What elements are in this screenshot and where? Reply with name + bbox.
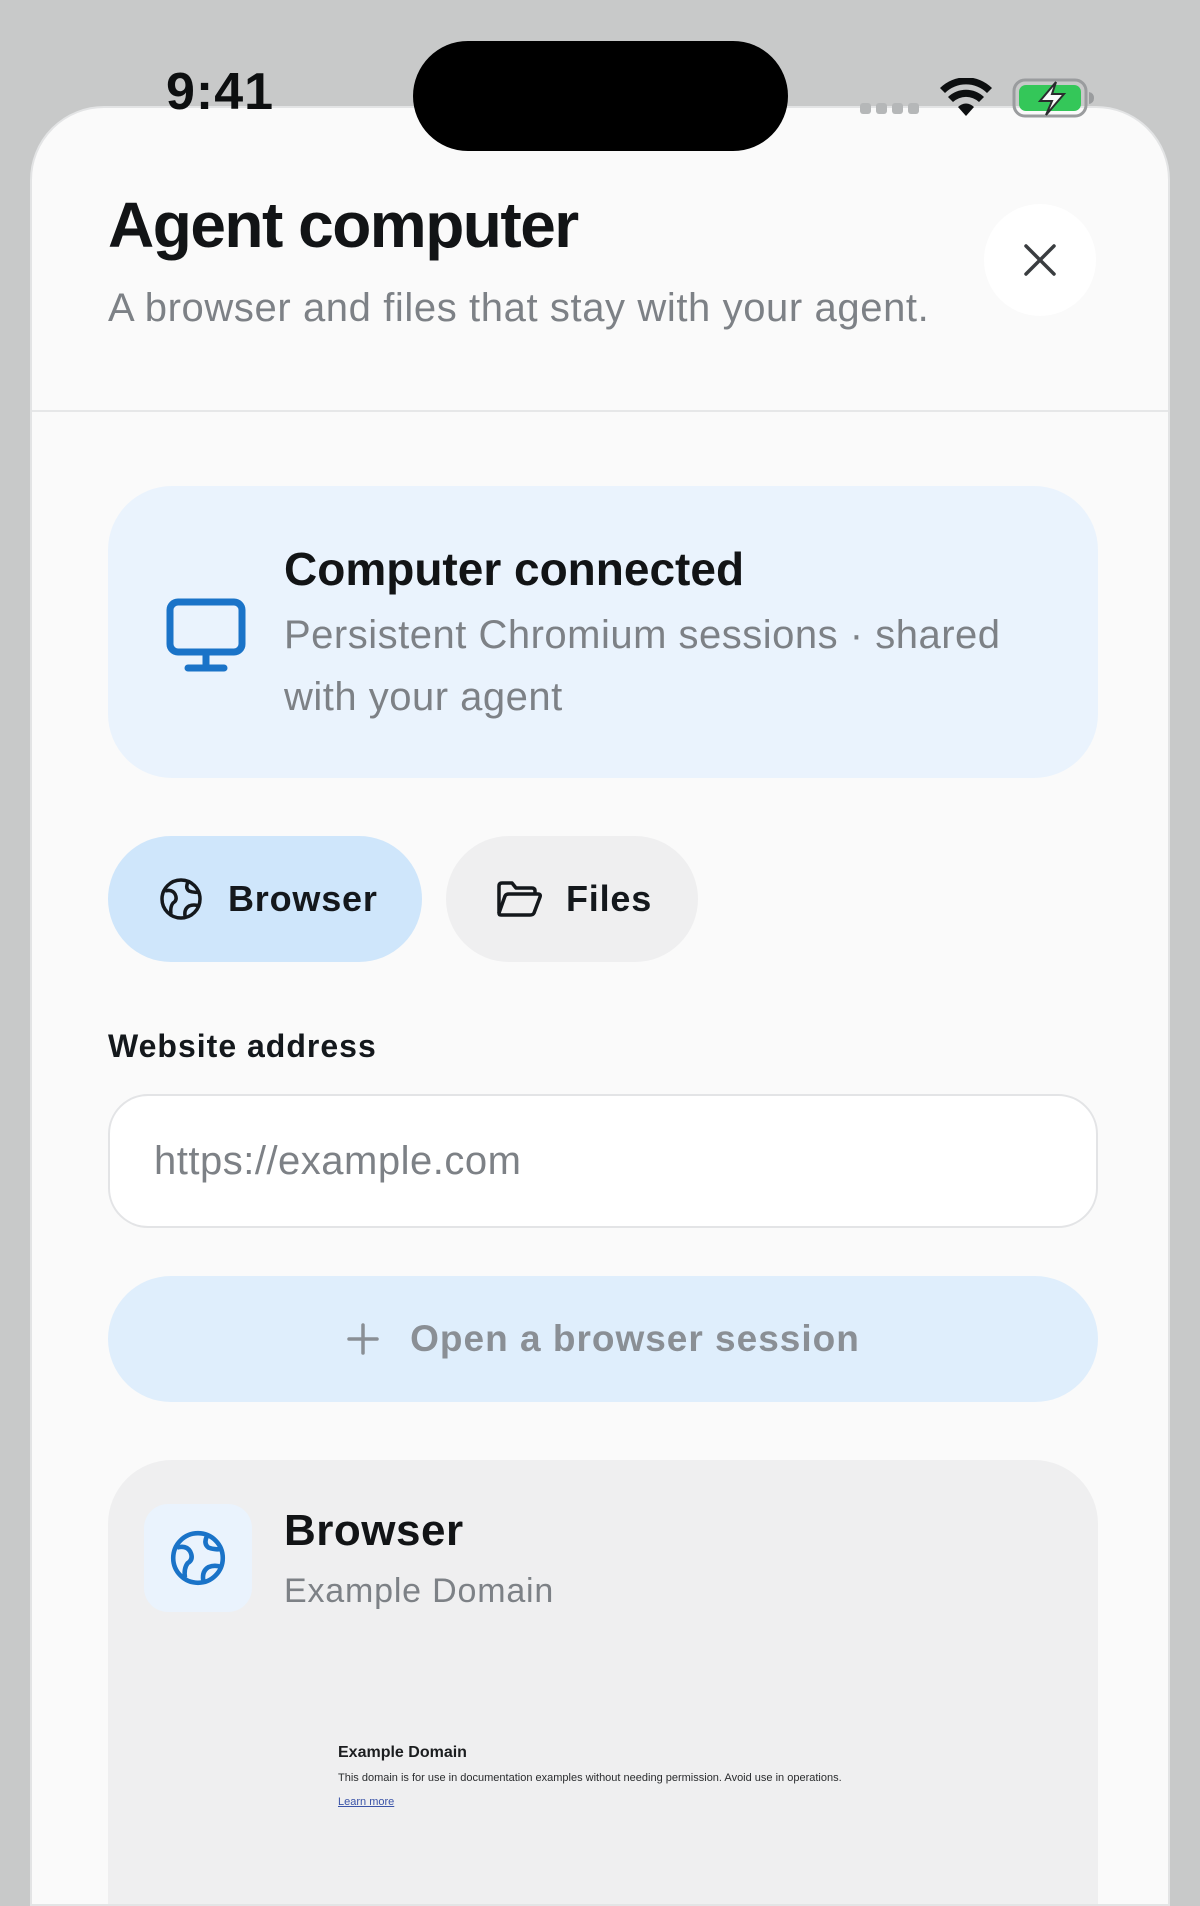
close-icon: [1024, 244, 1056, 276]
preview-heading: Example Domain: [338, 1744, 467, 1761]
website-address-label: Website address: [108, 1028, 377, 1064]
dynamic-island: [413, 41, 788, 151]
status-time: 9:41: [166, 63, 275, 121]
battery-charging-icon: [1012, 78, 1094, 118]
tab-browser-label: Browser: [228, 878, 378, 919]
browser-session-card[interactable]: Browser Example Domain Example Domain Th…: [108, 1460, 1098, 1904]
session-subtitle: Example Domain: [284, 1572, 555, 1610]
cellular-signal-icon: [860, 103, 920, 117]
preview-text: This domain is for use in documentation …: [338, 1772, 842, 1784]
connection-status-card: Computer connected Persistent Chromium s…: [108, 486, 1098, 778]
session-title: Browser: [284, 1506, 464, 1555]
session-icon-box: [144, 1504, 252, 1612]
monitor-icon: [166, 598, 246, 672]
sheet-subtitle: A browser and files that stay with your …: [108, 286, 930, 330]
open-browser-session-label: Open a browser session: [410, 1318, 860, 1359]
close-button[interactable]: [984, 204, 1096, 316]
globe-icon: [160, 878, 202, 920]
tab-files-label: Files: [566, 878, 653, 919]
status-bar: 9:41: [0, 0, 1200, 151]
plus-icon: [347, 1323, 379, 1355]
sheet-title: Agent computer: [108, 189, 579, 261]
browser-preview-thumbnail[interactable]: Example Domain This domain is for use in…: [148, 1656, 1058, 1904]
website-address-input[interactable]: [108, 1094, 1098, 1228]
open-browser-session-button[interactable]: Open a browser session: [108, 1276, 1098, 1402]
sheet-header: Agent computer A browser and files that …: [32, 108, 1168, 412]
wifi-icon: [940, 78, 992, 116]
folder-icon: [497, 881, 542, 917]
tab-browser[interactable]: Browser: [108, 836, 422, 962]
agent-computer-sheet: Agent computer A browser and files that …: [30, 106, 1170, 1906]
connection-title: Computer connected: [284, 543, 745, 595]
preview-learn-more-link: Learn more: [338, 1796, 395, 1808]
connection-description: Persistent Chromium sessions · shared wi…: [284, 613, 1001, 719]
globe-icon: [170, 1530, 226, 1586]
tab-files[interactable]: Files: [446, 836, 698, 962]
